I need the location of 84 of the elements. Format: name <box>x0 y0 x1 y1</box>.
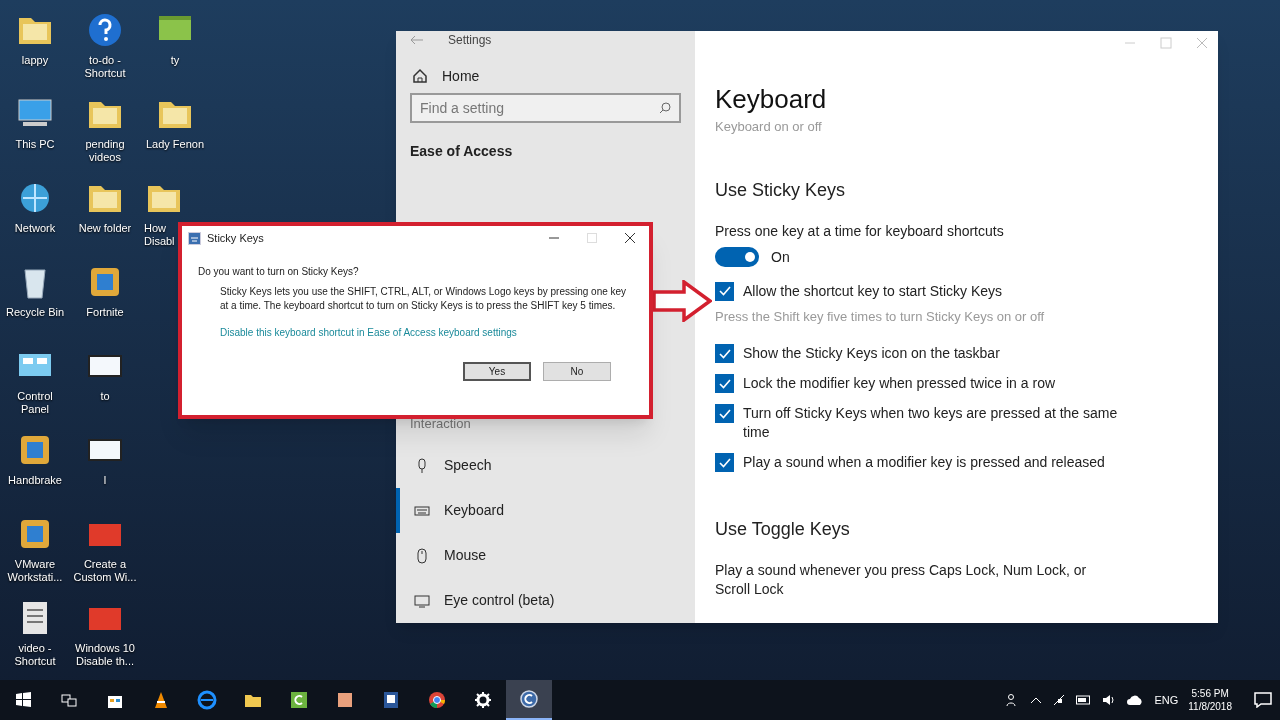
clock-date[interactable]: 11/8/2018 <box>1188 700 1232 713</box>
dialog-button[interactable]: Yes <box>463 362 531 381</box>
window-title: Settings <box>448 32 492 50</box>
checkmark-icon <box>718 286 731 296</box>
desktop-icon-label[interactable]: Control Panel <box>2 390 68 416</box>
search-field[interactable]: Find a setting <box>410 92 681 123</box>
home-icon <box>412 68 428 85</box>
checkbox[interactable] <box>715 374 734 393</box>
speaker-icon <box>1102 694 1117 706</box>
maximize-icon <box>1160 37 1172 49</box>
sidebar-item[interactable]: Speech <box>396 443 695 488</box>
checkmark-icon <box>718 378 731 389</box>
checkbox[interactable] <box>715 281 734 301</box>
desktop-icon-label[interactable]: VMware Workstati... <box>2 558 68 584</box>
desktop-icon-label[interactable]: video - Shortcut <box>2 642 68 668</box>
language-indicator[interactable]: ENG <box>1154 691 1179 709</box>
cloud-icon <box>1126 694 1145 706</box>
monitor-icon <box>414 592 430 609</box>
dialog-body: Sticky Keys lets you use the SHIFT, CTRL, ALT, or Windows Logo keys by pressing one key at a time. The keyboard shortcut to turn on Sticky Keys is to press the SHIFT key 5 times. <box>219 285 628 313</box>
desktop-icon-label[interactable]: to <box>72 390 138 403</box>
desktop-icon-label[interactable]: Windows 10 Disable th... <box>72 642 138 668</box>
desktop-icon-label[interactable]: pending videos <box>72 138 138 164</box>
group-heading: Interaction <box>409 414 472 433</box>
desktop-icon-label[interactable]: lappy <box>2 54 68 67</box>
checkbox-label[interactable]: Show the Sticky Keys icon on the taskbar <box>743 344 1123 363</box>
checkbox[interactable] <box>715 404 734 423</box>
section-heading: Use Toggle Keys <box>715 518 851 541</box>
desktop-icon-label[interactable]: to-do - Shortcut <box>72 54 138 80</box>
section-heading: Use Sticky Keys <box>715 178 847 202</box>
battery-icon <box>1076 695 1093 705</box>
taskbar-app-button[interactable] <box>506 680 552 720</box>
desktop-icon-label[interactable]: ty <box>142 54 208 67</box>
checkbox-label[interactable]: Lock the modifier key when pressed twice in a row <box>743 374 1123 393</box>
dialog-question: Do you want to turn on Sticky Keys? <box>197 265 360 279</box>
close-icon <box>625 233 635 243</box>
chevron-up-icon <box>1030 696 1043 704</box>
chrome-style-icon <box>427 690 447 710</box>
home-nav-item[interactable]: Home <box>396 63 695 89</box>
mouse-icon <box>414 547 430 564</box>
maximize-icon <box>587 233 597 243</box>
windows-logo-icon <box>13 690 33 710</box>
section-description: Play a sound whenever you press Caps Lock, Num Lock, or Scroll Lock <box>715 561 1088 599</box>
dialog-title: Sticky Keys <box>207 230 264 246</box>
search-icon <box>659 101 671 114</box>
close-icon <box>1196 37 1208 49</box>
checkmark-icon <box>718 457 731 468</box>
square-app-icon <box>335 690 355 710</box>
checkmark-icon <box>718 408 731 419</box>
c-letter-app-icon <box>289 690 309 710</box>
desktop-icon-label[interactable]: Handbrake <box>2 474 68 487</box>
checkbox-label[interactable]: Allow the shortcut key to start Sticky Keys <box>743 281 1123 301</box>
option-hint: Press the Shift key five times to turn Sticky Keys on or off <box>715 307 1046 326</box>
desktop-icon-label[interactable]: Create a Custom Wi... <box>72 558 138 584</box>
desktop-icon-label[interactable]: Recycle Bin <box>2 306 68 319</box>
desktop-icon-label[interactable]: Network <box>2 222 68 235</box>
dialog-button[interactable]: No <box>543 362 611 381</box>
settings-link[interactable]: Disable this keyboard shortcut in Ease of Access keyboard settings <box>182 325 649 340</box>
notification-icon <box>1254 692 1272 708</box>
sidebar-item[interactable]: Keyboard <box>396 488 695 533</box>
category-heading: Ease of Access <box>409 141 514 161</box>
document-w-icon <box>381 690 401 710</box>
circular-app-icon <box>519 689 539 709</box>
keyboard-app-icon <box>188 231 201 245</box>
page-title: Keyboard <box>715 83 828 115</box>
checkmark-icon <box>718 348 731 359</box>
desktop-icon-label[interactable]: New folder <box>72 222 138 235</box>
desktop-icon-label[interactable]: Fortnite <box>72 306 138 319</box>
desktop-icon-label[interactable]: Lady Fenon <box>142 138 208 151</box>
checkbox-label[interactable]: Turn off Sticky Keys when two keys are pressed at the same time <box>743 404 1123 442</box>
sidebar-item[interactable]: Mouse <box>396 533 695 578</box>
toggle-label: On <box>771 247 790 267</box>
checkbox-label[interactable]: Play a sound when a modifier key is pressed and released <box>743 453 1123 472</box>
desktop-icon-label[interactable]: How Disabl <box>144 222 178 248</box>
sidebar-item[interactable]: Eye control (beta) <box>396 578 695 623</box>
desktop-icon-label[interactable]: l <box>72 474 138 487</box>
clock-time[interactable]: 5:56 PM <box>1191 687 1229 700</box>
toggle-switch[interactable] <box>715 247 759 267</box>
checkbox[interactable] <box>715 344 734 363</box>
page-subtitle: Keyboard on or off <box>715 118 823 136</box>
checkbox[interactable] <box>715 453 734 472</box>
section-description: Press one key at a time for keyboard shortcuts <box>715 221 1005 241</box>
back-arrow-icon <box>410 35 424 46</box>
settings-icon <box>473 690 493 710</box>
desktop-icon-label[interactable]: This PC <box>2 138 68 151</box>
